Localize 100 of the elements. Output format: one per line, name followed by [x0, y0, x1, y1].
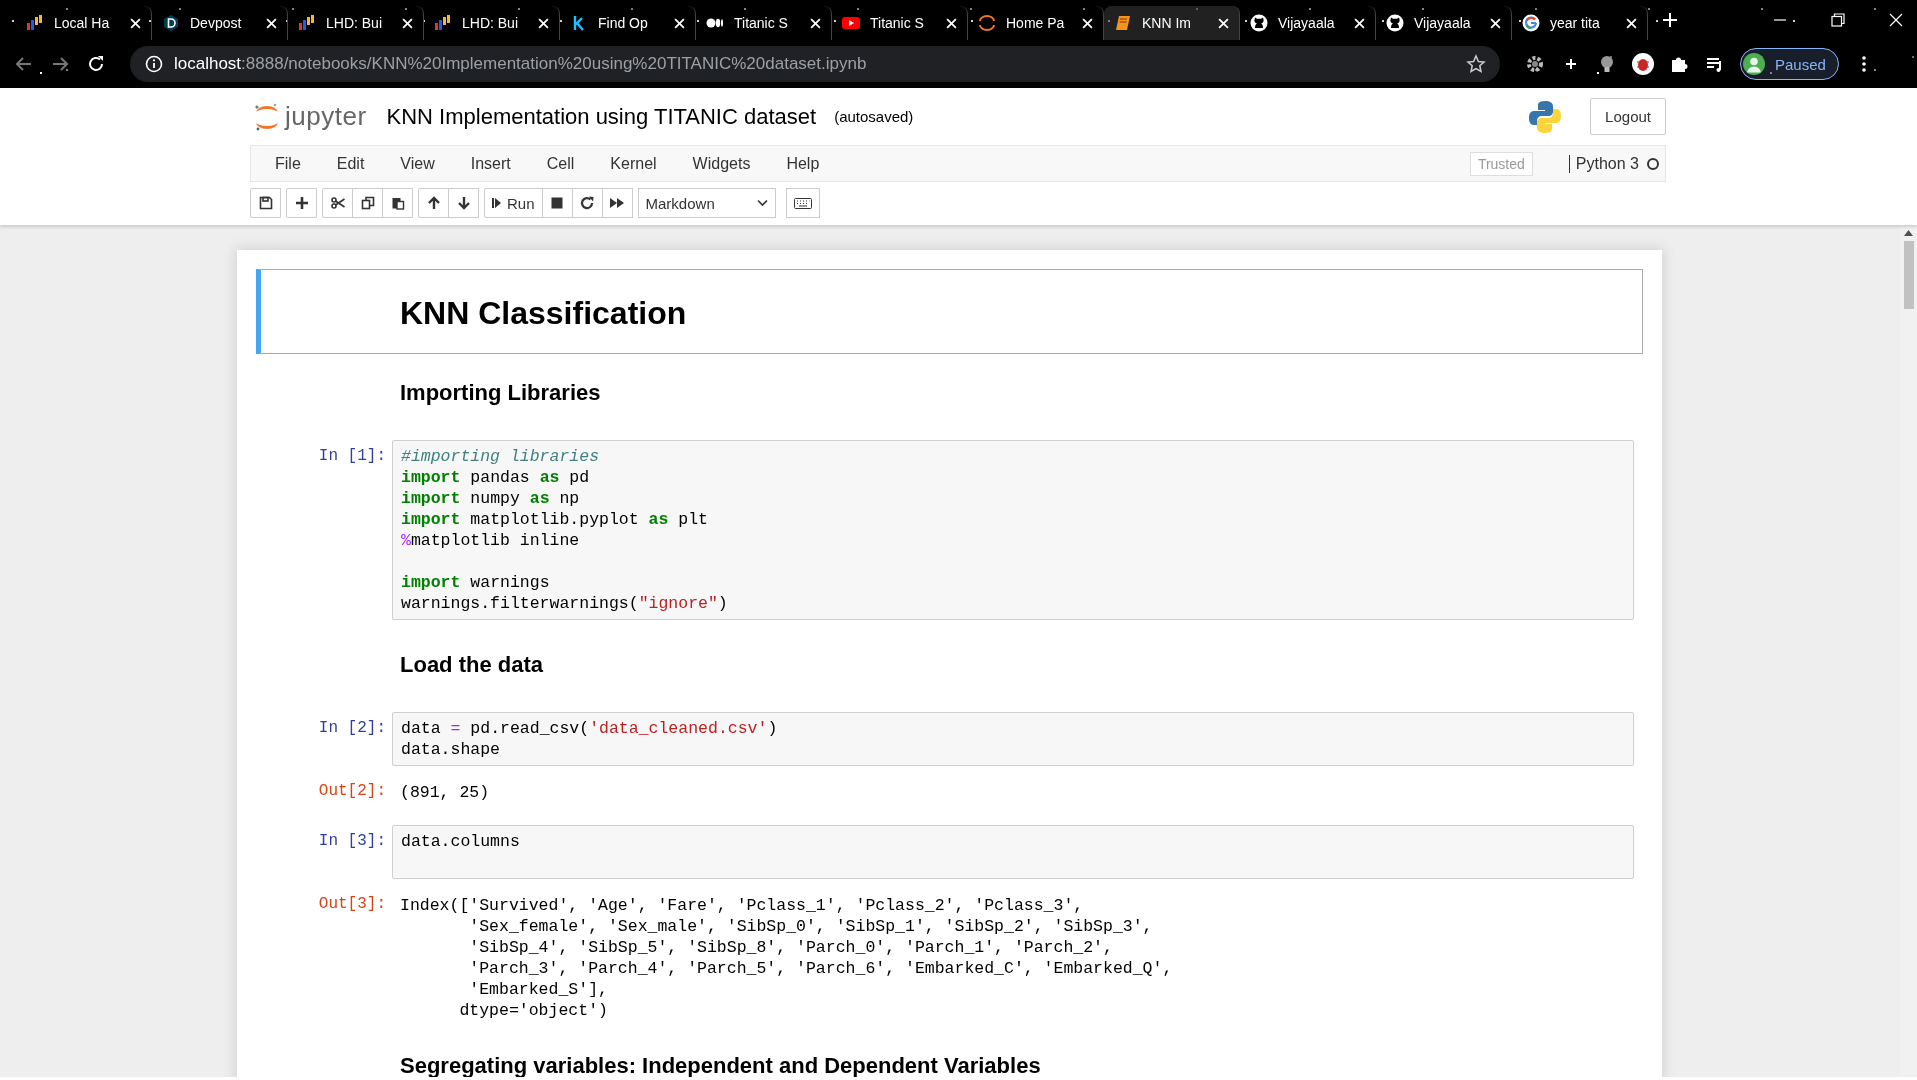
menu-item[interactable]: Insert: [452, 154, 529, 173]
close-icon[interactable]: [1082, 17, 1093, 29]
code-input-box[interactable]: data = pd.read_csv('data_cleaned.csv') data.shape: [392, 712, 1634, 766]
code-line: #importing libraries: [401, 446, 601, 467]
toolbar-button[interactable]: [785, 188, 820, 218]
close-icon[interactable]: [1626, 17, 1637, 29]
browser-tab[interactable]: Find Op: [560, 6, 696, 40]
logout-button[interactable]: Logout: [1590, 98, 1666, 135]
toolbar-button[interactable]: [250, 188, 281, 218]
browser-tab[interactable]: Home Pa: [968, 6, 1104, 40]
profile-button[interactable]: Paused: [1740, 48, 1839, 80]
menu-item[interactable]: Help: [768, 154, 838, 173]
close-icon[interactable]: [810, 17, 821, 29]
fast-forward-icon: [610, 196, 625, 210]
toolbar-button[interactable]: [448, 188, 479, 218]
mlh-logo-icon: [298, 14, 316, 32]
close-icon[interactable]: [674, 17, 685, 29]
heading: Segregating variables: Independent and Dependent Variables: [399, 1052, 1041, 1077]
reload-icon[interactable]: [86, 54, 106, 74]
output-line: (891, 25): [400, 782, 491, 803]
ring-icon: [978, 14, 996, 32]
browser-tab[interactable]: LHD: Bui: [288, 6, 424, 40]
kernel-name: Python 3: [1568, 154, 1639, 173]
code-line: %matplotlib inline: [401, 530, 581, 551]
browser-tab[interactable]: LHD: Bui: [424, 6, 560, 40]
close-icon[interactable]: [402, 17, 413, 29]
python-logo-icon: [1527, 98, 1564, 135]
close-icon[interactable]: [1490, 17, 1501, 29]
code-input-box[interactable]: data.columns: [392, 825, 1634, 879]
code-line: import warnings: [401, 572, 551, 593]
cell-type-dropdown[interactable]: Markdown: [637, 188, 776, 218]
address-bar[interactable]: localhost:8888/notebooks/KNN%20Implementation%20using%20TITANIC%20dataset.ipynb: [130, 46, 1500, 82]
browser-tab[interactable]: Titanic S: [696, 6, 832, 40]
hexagon-d-icon: [162, 14, 180, 32]
browser-tab[interactable]: year tita: [1512, 6, 1648, 40]
info-icon[interactable]: [144, 54, 164, 74]
output-prompt: Out[2]:: [317, 781, 387, 802]
code-line: import numpy as np: [401, 488, 581, 509]
cat-silhouette-icon: [1250, 14, 1268, 32]
browser-tab[interactable]: Vijayaala: [1376, 6, 1512, 40]
selected-cell[interactable]: KNN Classification: [256, 269, 1643, 354]
output-prompt: Out[3]:: [317, 894, 387, 915]
chevron-down-icon: [756, 199, 768, 207]
save-status: (autosaved): [834, 108, 914, 125]
stop-icon: [550, 196, 565, 210]
output-line: 'Embarked_S'],: [468, 979, 609, 1000]
notebook-title[interactable]: KNN Implementation using TITANIC dataset: [386, 103, 817, 130]
restart-icon: [580, 196, 595, 210]
gear-icon[interactable]: [1524, 53, 1546, 75]
close-icon[interactable]: [1889, 13, 1903, 27]
jupyter-logo-icon: [253, 101, 281, 132]
code-line: import matplotlib.pyplot as plt: [401, 509, 709, 530]
close-icon[interactable]: [946, 17, 957, 29]
bug-icon[interactable]: [1632, 53, 1654, 75]
restore-icon[interactable]: [1831, 13, 1845, 27]
book-icon: [1114, 14, 1132, 32]
browser-tab[interactable]: KNN Im: [1104, 6, 1240, 40]
toolbar-button[interactable]: [286, 188, 317, 218]
toolbar-button[interactable]: [571, 188, 603, 218]
close-icon[interactable]: [1218, 17, 1229, 29]
scroll-up-icon[interactable]: [1904, 230, 1913, 236]
close-icon[interactable]: [130, 17, 141, 29]
clipboard-icon: [390, 196, 405, 210]
run-button[interactable]: Run: [484, 188, 543, 218]
menu-item[interactable]: Kernel: [592, 154, 675, 173]
star-icon[interactable]: [1466, 54, 1486, 74]
output-line: 'SibSp_4', 'SibSp_5', 'SibSp_8', 'Parch_0', 'Parch_1', 'Parch_2',: [468, 937, 1114, 958]
heading: Importing Libraries: [399, 379, 601, 407]
markdown-cell[interactable]: Segregating variables: Independent and Dependent Variables: [256, 1027, 1643, 1077]
close-icon[interactable]: [266, 17, 277, 29]
browser-tab[interactable]: Vijayaala: [1240, 6, 1376, 40]
menu-item[interactable]: Edit: [318, 154, 383, 173]
avatar-icon: [1743, 53, 1765, 75]
menu-item[interactable]: Widgets: [674, 154, 769, 173]
browser-tab[interactable]: Titanic S: [832, 6, 968, 40]
browser-tab[interactable]: Devpost: [152, 6, 288, 40]
heading: Load the data: [399, 651, 543, 679]
markdown-cell[interactable]: Importing Libraries: [256, 354, 1643, 424]
plus-icon[interactable]: [1662, 12, 1678, 28]
menu-item[interactable]: View: [382, 154, 453, 173]
output-line: dtype='object'): [458, 1000, 609, 1021]
toolbar-button[interactable]: [382, 188, 413, 218]
code-line: data.columns: [401, 831, 521, 852]
code-input-box[interactable]: #importing libraries import pandas as pd import numpy as np import matplotlib.pyplot as plt %matplotlib inline import warnings warnings.filterwarnings("ignore"): [392, 440, 1634, 620]
toolbar-button[interactable]: [418, 188, 449, 218]
browser-tab[interactable]: Local Ha: [16, 6, 152, 40]
input-prompt: In [3]:: [317, 831, 387, 852]
menu-item[interactable]: File: [257, 154, 319, 173]
toolbar-button[interactable]: [601, 188, 633, 218]
close-icon[interactable]: [1354, 17, 1365, 29]
logo-text: jupyter: [285, 101, 367, 132]
heading: KNN Classification: [399, 294, 687, 333]
menu-item[interactable]: Cell: [528, 154, 593, 173]
scroll-thumb[interactable]: [1903, 241, 1914, 309]
toolbar-button[interactable]: [541, 188, 573, 218]
mlh-logo-icon: [434, 14, 452, 32]
markdown-cell[interactable]: Load the data: [256, 626, 1643, 696]
toolbar-button[interactable]: [352, 188, 383, 218]
toolbar-button[interactable]: [322, 188, 353, 218]
close-icon[interactable]: [538, 17, 549, 29]
